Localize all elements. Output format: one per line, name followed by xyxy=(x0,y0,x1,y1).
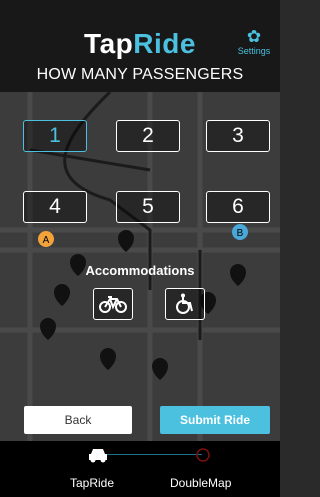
svg-text:B: B xyxy=(237,228,244,239)
gear-icon: ✿ xyxy=(246,27,262,46)
bottom-nav: TapRide DoubleMap xyxy=(0,441,280,497)
passenger-option-3[interactable]: 3 xyxy=(206,120,270,152)
passenger-option-1[interactable]: 1 xyxy=(23,120,87,152)
passenger-option-2[interactable]: 2 xyxy=(116,120,180,152)
bicycle-icon xyxy=(99,296,127,313)
car-icon[interactable] xyxy=(87,446,109,464)
page-title: HOW MANY PASSENGERS xyxy=(36,66,244,83)
wheelchair-icon xyxy=(176,293,193,314)
passenger-option-5[interactable]: 5 xyxy=(116,191,180,223)
bicycle-button[interactable] xyxy=(93,288,133,320)
tab-tapride[interactable]: TapRide xyxy=(70,476,114,490)
wheelchair-button[interactable] xyxy=(165,288,205,320)
back-button[interactable]: Back xyxy=(24,406,132,434)
accommodations-title: Accommodations xyxy=(85,263,195,278)
svg-text:A: A xyxy=(43,235,50,246)
circle-icon[interactable] xyxy=(196,448,210,462)
passenger-option-4[interactable]: 4 xyxy=(23,191,87,223)
passenger-option-6[interactable]: 6 xyxy=(206,191,270,223)
nav-divider xyxy=(104,454,202,455)
settings-button[interactable]: ✿ Settings xyxy=(234,28,274,56)
submit-ride-button[interactable]: Submit Ride xyxy=(160,406,270,434)
tab-doublemap[interactable]: DoubleMap xyxy=(170,476,231,490)
settings-label: Settings xyxy=(237,46,271,56)
app-header: TapRide ✿ Settings HOW MANY PASSENGERS xyxy=(0,0,280,92)
